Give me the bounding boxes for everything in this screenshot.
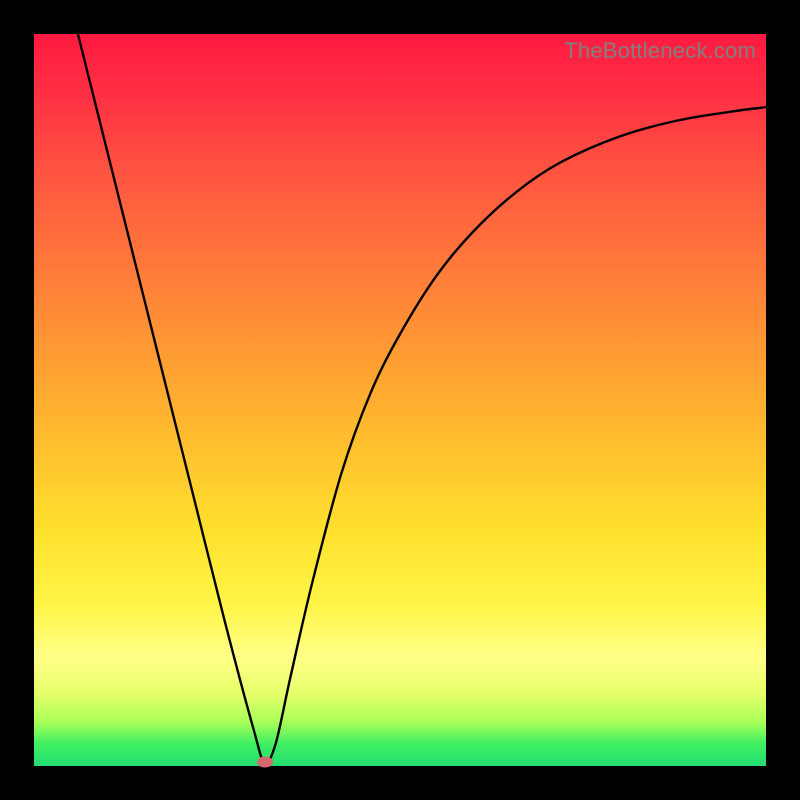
chart-frame: TheBottleneck.com — [0, 0, 800, 800]
minimum-marker — [257, 757, 273, 768]
curve-path — [78, 34, 766, 763]
bottleneck-curve — [34, 34, 766, 766]
plot-area: TheBottleneck.com — [34, 34, 766, 766]
